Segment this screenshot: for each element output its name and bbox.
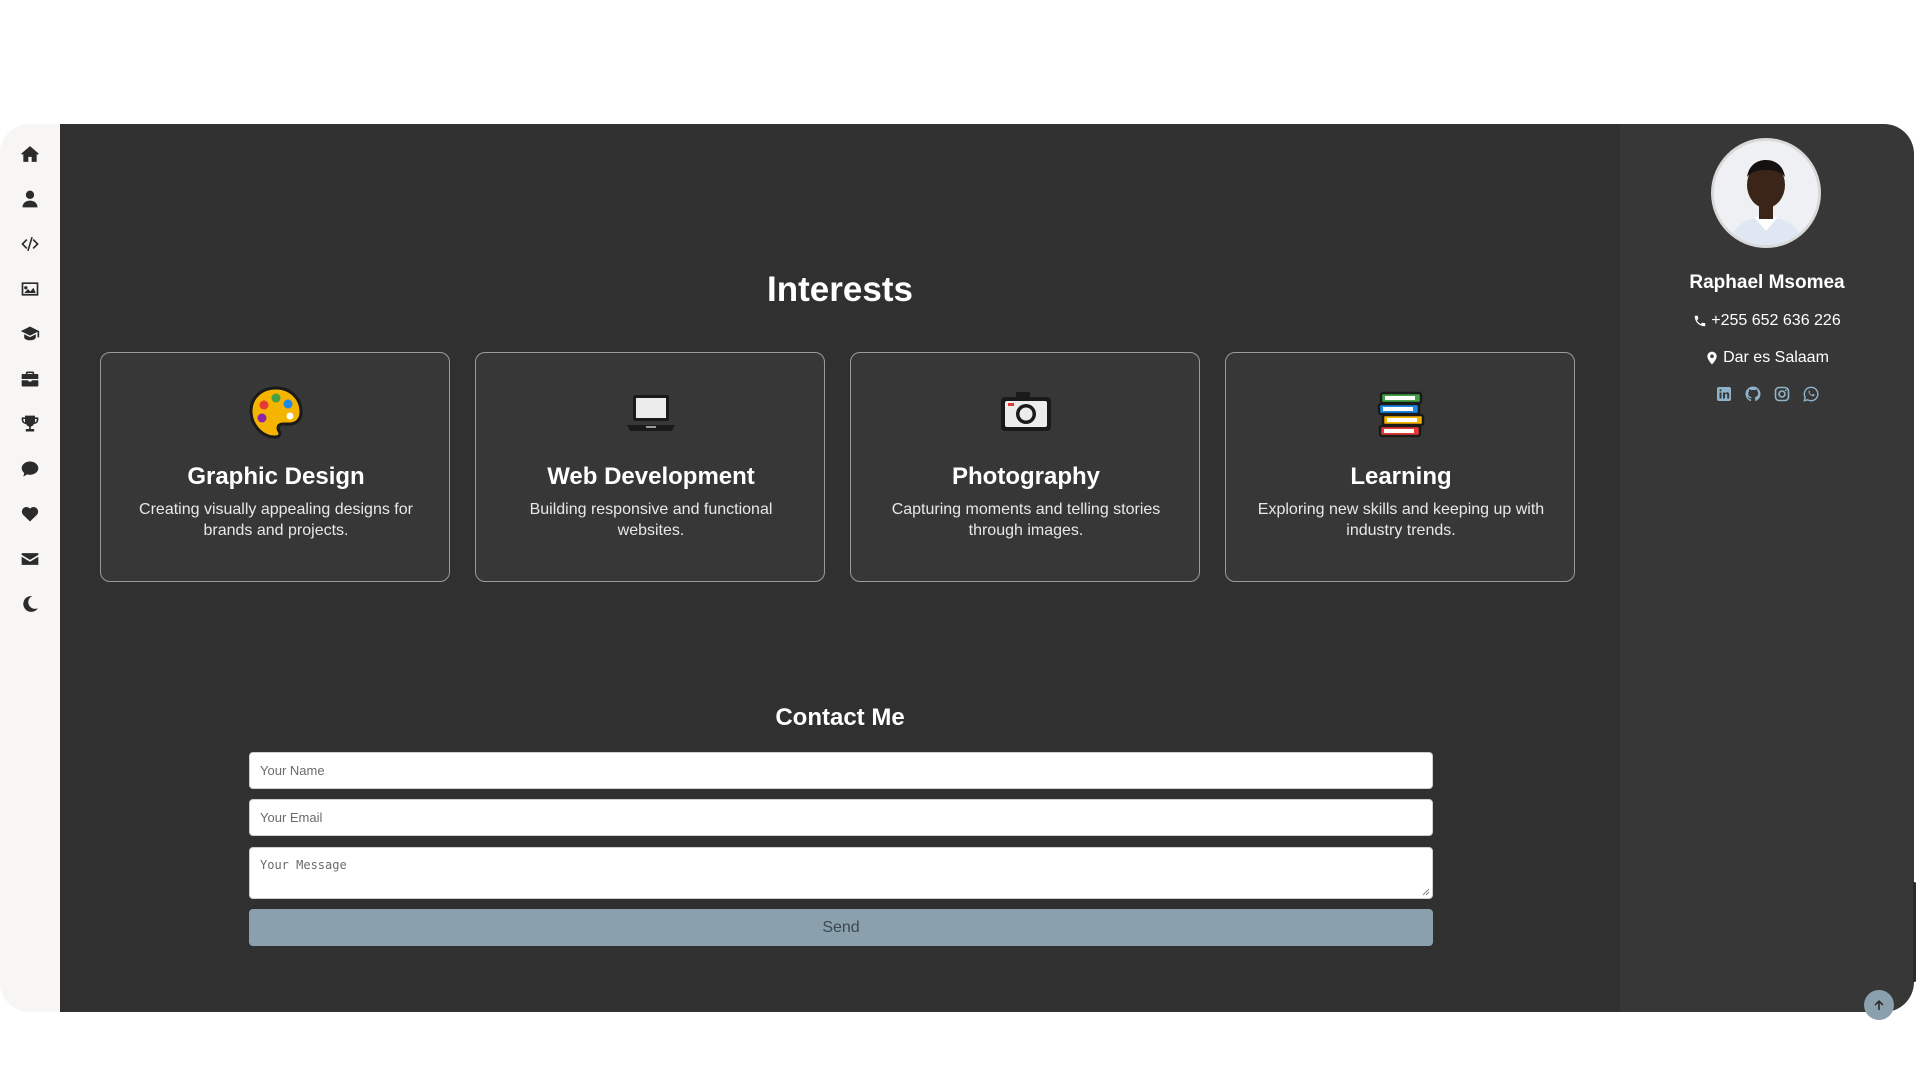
email-input[interactable]: Your Email xyxy=(249,799,1433,836)
resize-grip-icon[interactable] xyxy=(1422,888,1430,896)
profile-phone-text: +255 652 636 226 xyxy=(1711,312,1841,329)
briefcase-icon xyxy=(21,371,39,387)
linkedin-link[interactable] xyxy=(1716,386,1732,402)
interests-title: Interests xyxy=(767,270,913,309)
image-icon xyxy=(21,282,39,296)
nav-portfolio[interactable] xyxy=(14,273,46,305)
linkedin-icon xyxy=(1716,387,1731,401)
instagram-link[interactable] xyxy=(1774,386,1790,402)
graduation-cap-icon xyxy=(20,326,40,341)
social-links xyxy=(1620,386,1914,402)
nav-awards[interactable] xyxy=(14,408,46,440)
home-icon xyxy=(21,146,39,162)
github-link[interactable] xyxy=(1745,386,1761,402)
envelope-icon xyxy=(21,553,39,565)
code-icon xyxy=(21,236,39,252)
nav-skills[interactable] xyxy=(14,228,46,260)
card-description: Capturing moments and telling stories th… xyxy=(891,501,1161,539)
send-button[interactable]: Send xyxy=(249,909,1433,946)
nav-home[interactable] xyxy=(14,138,46,170)
card-description: Building responsive and functional websi… xyxy=(529,501,773,539)
avatar-photo xyxy=(1714,141,1818,245)
instagram-icon xyxy=(1774,386,1789,402)
nav-testimonials[interactable] xyxy=(14,453,46,485)
moon-icon xyxy=(23,596,38,612)
interest-card-photography: Photography Capturing moments and tellin… xyxy=(850,352,1200,582)
card-title: Graphic Design xyxy=(187,463,365,490)
github-icon xyxy=(1745,386,1761,402)
phone-icon xyxy=(1695,315,1706,327)
user-icon xyxy=(22,190,38,208)
arrow-up-icon xyxy=(1874,1000,1884,1010)
card-description: Creating visually appealing designs for … xyxy=(139,501,413,539)
trophy-icon xyxy=(21,415,39,432)
nav-interests[interactable] xyxy=(14,498,46,530)
page-scrollbar[interactable] xyxy=(1913,882,1916,982)
palette-icon xyxy=(249,386,303,439)
avatar xyxy=(1714,141,1818,245)
sidebar-nav xyxy=(0,124,60,1012)
theme-toggle[interactable] xyxy=(14,588,46,620)
nav-experience[interactable] xyxy=(14,363,46,395)
interest-card-web-development: Web Development Building responsive and … xyxy=(475,352,825,582)
profile-name: Raphael Msomea xyxy=(1689,272,1845,293)
interest-card-graphic-design: Graphic Design Creating visually appeali… xyxy=(100,352,450,582)
profile-location: Dar es Salaam xyxy=(1620,349,1914,367)
camera-icon xyxy=(1001,392,1051,431)
comment-icon xyxy=(21,461,39,477)
card-title: Photography xyxy=(952,463,1100,490)
card-title: Web Development xyxy=(547,463,755,490)
card-title: Learning xyxy=(1350,463,1452,490)
profile-panel: Raphael Msomea +255 652 636 226 Dar es S… xyxy=(1620,124,1914,1012)
message-textarea[interactable]: Your Message xyxy=(249,847,1433,899)
books-icon xyxy=(1377,391,1425,438)
nav-contact[interactable] xyxy=(14,543,46,575)
card-description: Exploring new skills and keeping up with… xyxy=(1257,501,1545,539)
profile-location-text: Dar es Salaam xyxy=(1723,349,1829,366)
whatsapp-icon xyxy=(1802,386,1819,402)
heart-icon xyxy=(21,507,39,522)
message-placeholder: Your Message xyxy=(260,858,347,872)
laptop-icon xyxy=(627,395,675,431)
nav-about[interactable] xyxy=(14,183,46,215)
main-content: Interests Graphic Design Creating visual… xyxy=(60,124,1620,1012)
name-input[interactable]: Your Name xyxy=(249,752,1433,789)
interest-card-learning: Learning Exploring new skills and keepin… xyxy=(1225,352,1575,582)
profile-phone: +255 652 636 226 xyxy=(1620,312,1914,330)
nav-education[interactable] xyxy=(14,318,46,350)
map-marker-icon xyxy=(1707,351,1717,365)
app-frame: Interests Graphic Design Creating visual… xyxy=(0,124,1914,1012)
whatsapp-link[interactable] xyxy=(1802,386,1819,402)
back-to-top-button[interactable] xyxy=(1864,990,1894,1020)
contact-title: Contact Me xyxy=(775,704,905,731)
